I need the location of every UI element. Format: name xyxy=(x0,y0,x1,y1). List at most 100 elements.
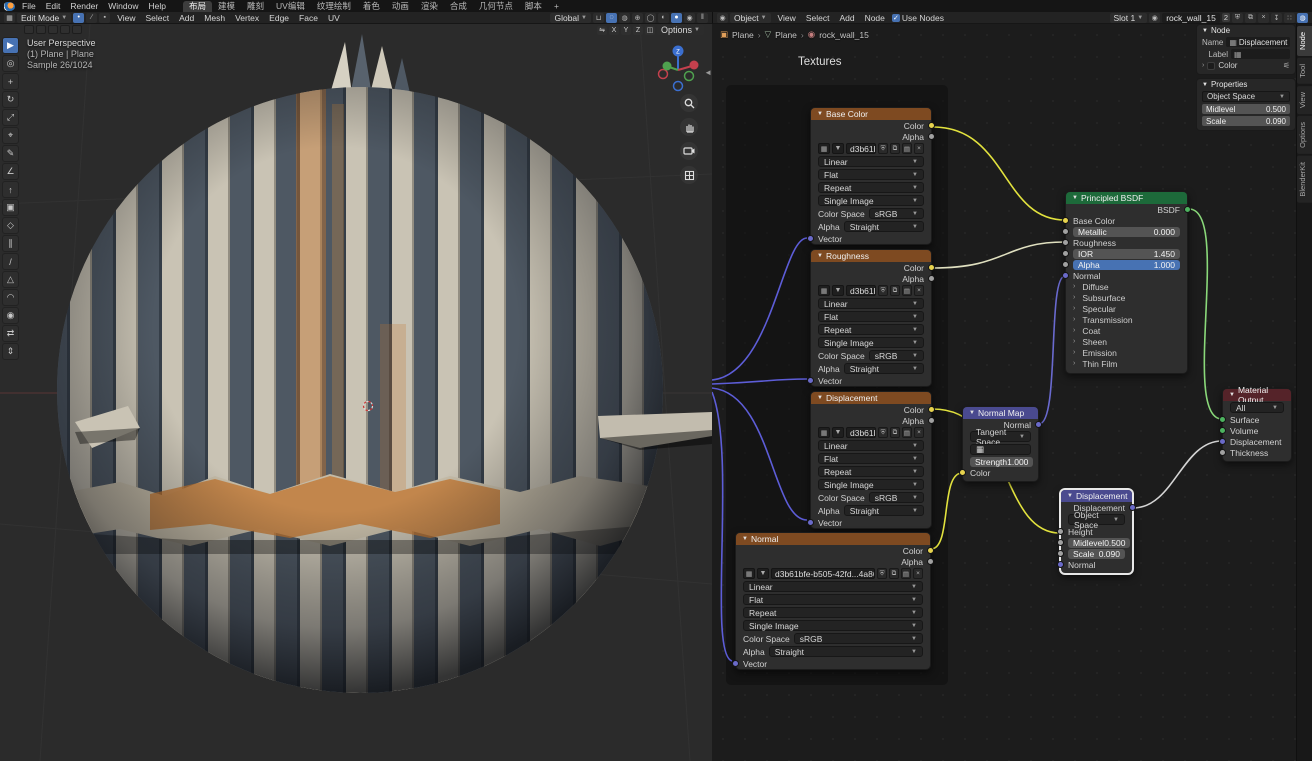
alpha-slider[interactable]: Alpha1.000 xyxy=(1073,260,1180,270)
unlink-image-icon[interactable]: × xyxy=(914,427,924,438)
scale-slider[interactable]: Scale0.090 xyxy=(1068,549,1125,559)
bsdf-section-row[interactable]: ›Emission xyxy=(1066,347,1187,358)
interpolation-dropdown[interactable]: Linear▼ xyxy=(818,298,924,309)
tool-settings-icon[interactable] xyxy=(72,25,82,34)
mirror-icon[interactable]: ⇋ xyxy=(597,26,607,35)
metallic-slider[interactable]: Metallic0.000 xyxy=(1073,227,1180,237)
collapse-icon[interactable]: ▼ xyxy=(1229,392,1235,398)
node-editor-menu-item[interactable]: View xyxy=(773,12,801,24)
image-name-field[interactable]: d3b61bfe-b505... xyxy=(846,427,876,438)
unlink-image-icon[interactable]: × xyxy=(914,285,924,296)
topbar-menu-item[interactable]: Help xyxy=(143,0,170,12)
input-socket[interactable] xyxy=(1219,449,1226,456)
tool-settings-icon[interactable] xyxy=(60,25,70,34)
image-texture-node[interactable]: ▼ Displacement Color Alpha ▦ ▼ d3b61bfe-… xyxy=(810,391,932,529)
toolbar-tool-button[interactable]: + xyxy=(2,73,19,90)
image-name-field[interactable]: d3b61bfe-b505... xyxy=(846,285,876,296)
collapse-icon[interactable]: ▼ xyxy=(969,410,975,416)
projection-dropdown[interactable]: Flat▼ xyxy=(818,311,924,322)
toolbar-tool-button[interactable]: / xyxy=(2,253,19,270)
image-texture-node[interactable]: ▼ Roughness Color Alpha ▦ ▼ d3b61bfe-b50… xyxy=(810,249,932,387)
sidebar-tab[interactable]: BlenderKit xyxy=(1297,156,1312,203)
toolbar-tool-button[interactable]: ◠ xyxy=(2,289,19,306)
snap-magnet-icon[interactable]: ⊔ xyxy=(593,13,604,23)
color-output-socket[interactable] xyxy=(927,547,934,554)
face-select-mode-icon[interactable]: ▪ xyxy=(99,13,110,23)
roughness-input-socket[interactable] xyxy=(1062,239,1069,246)
workspace-tab[interactable]: + xyxy=(548,1,565,12)
collapse-icon[interactable]: ▼ xyxy=(817,395,823,401)
bsdf-section-row[interactable]: ›Thin Film xyxy=(1066,358,1187,369)
perspective-toggle-icon[interactable] xyxy=(680,166,698,184)
metallic-input-socket[interactable] xyxy=(1062,228,1069,235)
topbar-menu-item[interactable]: Edit xyxy=(41,0,66,12)
node-editor-menu-item[interactable]: Node xyxy=(860,12,890,24)
alpha-output-socket[interactable] xyxy=(927,558,934,565)
mirror-axis-button[interactable]: Y xyxy=(621,26,631,35)
camera-view-icon[interactable] xyxy=(680,142,698,160)
bsdf-section-row[interactable]: ›Diffuse xyxy=(1066,281,1187,292)
material-output-node[interactable]: ▼ Material Output All▼ Surface Volume Di… xyxy=(1222,388,1292,462)
open-image-icon[interactable]: ▤ xyxy=(902,143,912,154)
blender-logo-icon[interactable] xyxy=(4,2,15,11)
mode-dropdown[interactable]: Edit Mode▼ xyxy=(17,13,71,23)
toolbar-tool-button[interactable]: ↑ xyxy=(2,181,19,198)
extension-dropdown[interactable]: Repeat▼ xyxy=(818,466,924,477)
fake-user-shield-icon[interactable]: ⛨ xyxy=(1232,13,1243,23)
solid-shading-icon[interactable]: ◐ xyxy=(658,13,669,23)
viewport-menu-item[interactable]: Add xyxy=(174,12,199,24)
vector-input-socket[interactable] xyxy=(807,377,814,384)
material-name-field[interactable]: rock_wall_15 xyxy=(1162,13,1220,23)
mirror-axis-button[interactable]: Z xyxy=(633,26,643,35)
scale-input-socket[interactable] xyxy=(1057,550,1064,557)
mirror-axis-button[interactable]: X xyxy=(609,26,619,35)
toolbar-tool-button[interactable]: ◇ xyxy=(2,217,19,234)
toolbar-tool-button[interactable]: ◎ xyxy=(2,55,19,72)
bsdf-section-row[interactable]: ›Transmission xyxy=(1066,314,1187,325)
unlink-image-icon[interactable]: × xyxy=(914,143,924,154)
color-presets-icon[interactable]: ⚟ xyxy=(1283,61,1290,70)
topbar-menu-item[interactable]: Render xyxy=(65,0,103,12)
bsdf-output-socket[interactable] xyxy=(1184,206,1191,213)
extension-dropdown[interactable]: Repeat▼ xyxy=(743,607,923,618)
interpolation-dropdown[interactable]: Linear▼ xyxy=(818,156,924,167)
material-slot-dropdown[interactable]: Slot 1▼ xyxy=(1110,13,1148,23)
gizmos-icon[interactable]: ⊕ xyxy=(632,13,643,23)
alpha-mode-dropdown[interactable]: Straight▼ xyxy=(844,505,924,516)
uv-map-field[interactable]: ▦ xyxy=(970,444,1031,455)
image-icon[interactable]: ▦ xyxy=(818,427,830,438)
tool-settings-icon[interactable] xyxy=(24,25,34,34)
normal-output-socket[interactable] xyxy=(1035,421,1042,428)
toolbar-tool-button[interactable]: ⇄ xyxy=(2,325,19,342)
rendered-shading-icon[interactable]: ◉ xyxy=(684,13,695,23)
workspace-tab[interactable]: 纹理绘制 xyxy=(311,1,357,12)
sidebar-tab[interactable]: Options xyxy=(1297,116,1312,154)
image-icon[interactable]: ▦ xyxy=(743,568,755,579)
space-dropdown[interactable]: Tangent Space▼ xyxy=(970,431,1031,442)
alpha-output-socket[interactable] xyxy=(928,133,935,140)
toolbar-tool-button[interactable]: ⤢ xyxy=(2,109,19,126)
use-nodes-checkbox[interactable]: ✓ xyxy=(892,14,900,22)
fake-user-shield-icon[interactable]: ⛨ xyxy=(878,285,888,296)
alpha-mode-dropdown[interactable]: Straight▼ xyxy=(844,363,924,374)
projection-dropdown[interactable]: Flat▼ xyxy=(818,169,924,180)
vector-input-socket[interactable] xyxy=(807,235,814,242)
displacement-output-socket[interactable] xyxy=(1129,504,1136,511)
open-image-icon[interactable]: ▤ xyxy=(901,568,911,579)
toolbar-tool-button[interactable]: ∠ xyxy=(2,163,19,180)
node-overlays-icon[interactable]: ◍ xyxy=(1297,13,1308,23)
workspace-tab[interactable]: 布局 xyxy=(183,1,212,12)
browse-material-icon[interactable]: ◉ xyxy=(1149,13,1160,23)
image-icon[interactable]: ▦ xyxy=(818,285,830,296)
normal-input-socket[interactable] xyxy=(1062,272,1069,279)
proportional-edit-icon[interactable]: ◌ xyxy=(606,13,617,23)
extension-dropdown[interactable]: Repeat▼ xyxy=(818,182,924,193)
image-browse-chevron[interactable]: ▼ xyxy=(832,285,844,296)
height-input-socket[interactable] xyxy=(1057,528,1064,535)
viewport-menu-item[interactable]: Edge xyxy=(264,12,294,24)
wireframe-shading-icon[interactable]: ◯ xyxy=(645,13,656,23)
toolbar-tool-button[interactable]: ▶ xyxy=(2,37,19,54)
color-input-socket[interactable] xyxy=(959,469,966,476)
color-space-dropdown[interactable]: sRGB▼ xyxy=(869,350,924,361)
tool-settings-icon[interactable] xyxy=(36,25,46,34)
